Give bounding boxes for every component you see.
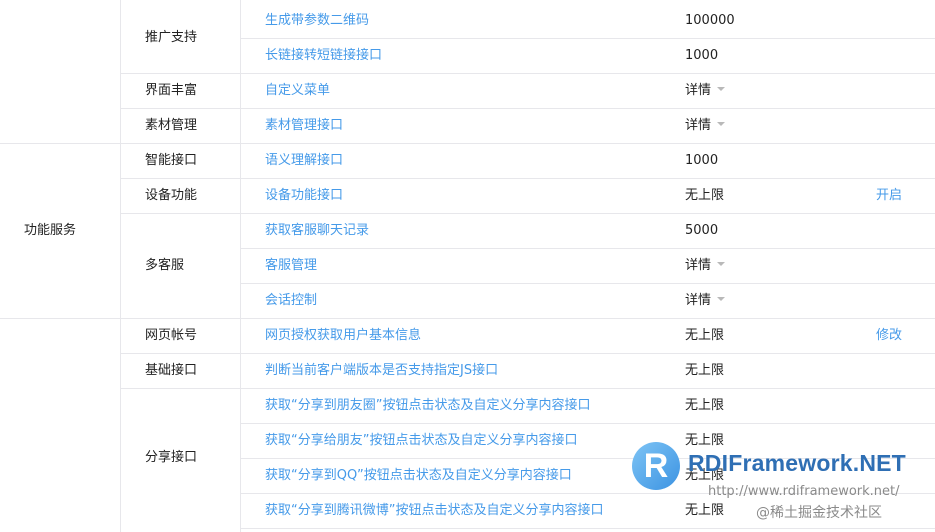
- quota-value-text: 无上限: [685, 327, 725, 343]
- api-link[interactable]: 判断当前客户端版本是否支持指定JS接口: [265, 363, 498, 379]
- quota-value-text: 100000: [685, 12, 735, 28]
- chevron-down-icon: [717, 262, 726, 266]
- group-label: 基础接口: [145, 362, 198, 378]
- quota-value-text: 详情: [685, 257, 712, 273]
- api-link[interactable]: 获取“分享到QQ”按钮点击状态及自定义分享内容接口: [265, 468, 572, 484]
- quota-value: 无上限: [685, 188, 724, 204]
- chevron-down-icon: [717, 297, 726, 301]
- quota-value-text: 1000: [685, 152, 719, 168]
- quota-value-text: 无上限: [685, 362, 725, 378]
- watermark-credit: @稀土掘金技术社区: [756, 505, 882, 521]
- quota-value-text: 详情: [685, 82, 712, 98]
- api-link[interactable]: 语义理解接口: [265, 153, 343, 169]
- row-divider: [240, 423, 935, 424]
- details-dropdown[interactable]: 详情: [685, 257, 726, 274]
- details-dropdown[interactable]: 详情: [685, 117, 726, 134]
- details-dropdown[interactable]: 详情: [685, 292, 726, 309]
- quota-value-text: 5000: [685, 222, 719, 238]
- row-divider: [240, 73, 935, 74]
- api-link[interactable]: 获取“分享到朋友圈”按钮点击状态及自定义分享内容接口: [265, 398, 590, 414]
- group-label: 素材管理: [145, 117, 198, 133]
- row-divider: [240, 283, 935, 284]
- row-action-button[interactable]: 开启: [876, 188, 902, 204]
- group-label: 界面丰富: [145, 82, 198, 98]
- row-divider: [240, 178, 935, 179]
- api-link[interactable]: 长链接转短链接接口: [265, 48, 382, 64]
- column-divider: [240, 0, 241, 532]
- rdiframework-logo-icon: R: [632, 442, 680, 490]
- group-label: 多客服: [145, 257, 185, 273]
- watermark-brand: RDIFramework.NET: [688, 450, 906, 476]
- quota-value-text: 详情: [685, 117, 712, 133]
- api-link[interactable]: 会话控制: [265, 293, 317, 309]
- row-action-button[interactable]: 修改: [876, 328, 902, 344]
- watermark-url: http://www.rdiframework.net/: [708, 484, 900, 499]
- api-link[interactable]: 获取“分享给朋友”按钮点击状态及自定义分享内容接口: [265, 433, 577, 449]
- row-divider: [240, 108, 935, 109]
- group-label: 分享接口: [145, 450, 198, 465]
- chevron-down-icon: [717, 87, 726, 91]
- quota-value: 1000: [685, 48, 718, 64]
- group-label: 推广支持: [145, 30, 198, 45]
- quota-value: 5000: [685, 223, 718, 239]
- column-divider: [120, 0, 121, 532]
- quota-value: 无上限: [685, 328, 724, 344]
- row-divider: [240, 143, 935, 144]
- row-divider: [240, 318, 935, 319]
- group-label: 设备功能: [145, 187, 198, 203]
- api-link[interactable]: 网页授权获取用户基本信息: [265, 328, 421, 344]
- api-link[interactable]: 生成带参数二维码: [265, 13, 369, 29]
- quota-value-text: 详情: [685, 292, 712, 308]
- api-link[interactable]: 设备功能接口: [265, 188, 343, 204]
- row-divider: [240, 388, 935, 389]
- api-link[interactable]: 自定义菜单: [265, 83, 330, 99]
- row-divider: [240, 38, 935, 39]
- row-divider: [240, 353, 935, 354]
- api-link[interactable]: 素材管理接口: [265, 118, 343, 134]
- section-label: 功能服务: [24, 222, 77, 238]
- quota-value: 无上限: [685, 363, 724, 379]
- quota-value: 1000: [685, 153, 718, 169]
- group-label: 智能接口: [145, 152, 198, 168]
- details-dropdown[interactable]: 详情: [685, 82, 726, 99]
- quota-value-text: 无上限: [685, 397, 725, 413]
- group-label: 网页帐号: [145, 327, 198, 343]
- row-divider: [240, 213, 935, 214]
- quota-value: 无上限: [685, 398, 724, 414]
- quota-value-text: 1000: [685, 47, 719, 63]
- watermark: R RDIFramework.NET http://www.rdiframewo…: [632, 440, 932, 530]
- api-link[interactable]: 客服管理: [265, 258, 317, 274]
- chevron-down-icon: [717, 122, 726, 126]
- row-divider: [240, 248, 935, 249]
- api-link[interactable]: 获取客服聊天记录: [265, 223, 369, 239]
- quota-value-text: 无上限: [685, 187, 725, 203]
- api-link[interactable]: 获取“分享到腾讯微博”按钮点击状态及自定义分享内容接口: [265, 503, 603, 519]
- quota-value: 100000: [685, 13, 735, 29]
